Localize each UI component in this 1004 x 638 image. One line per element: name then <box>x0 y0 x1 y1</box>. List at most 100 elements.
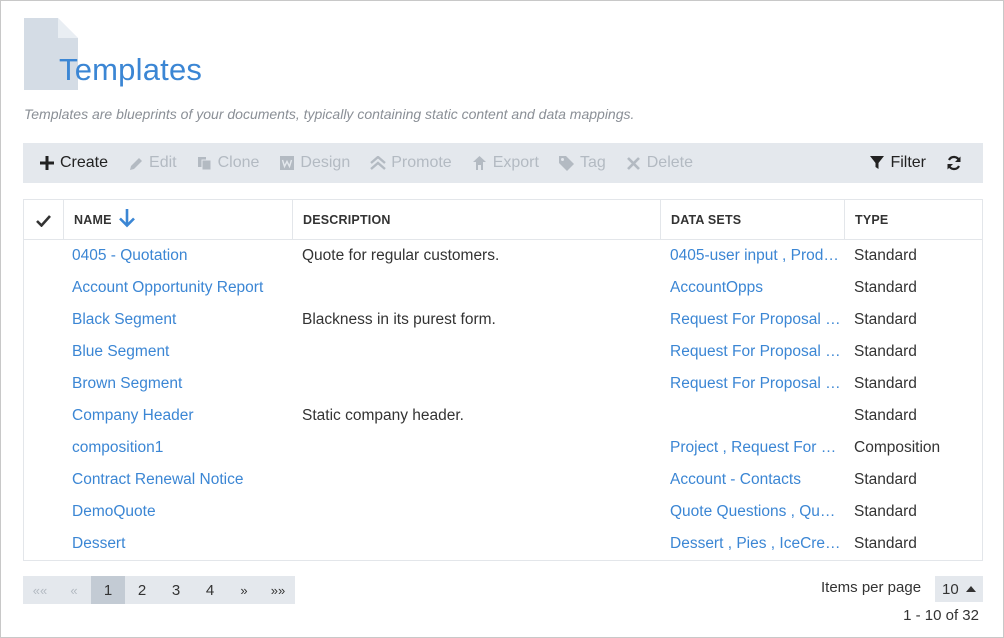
caret-up-icon <box>966 586 976 592</box>
page-button-3[interactable]: 3 <box>159 576 193 604</box>
delete-label: Delete <box>646 154 693 171</box>
column-description-label: DESCRIPTION <box>303 213 391 227</box>
template-name-link[interactable]: Black Segment <box>72 304 292 336</box>
table-row[interactable]: Blue Segment Request For Proposal , Proje… <box>24 336 982 368</box>
edit-button[interactable]: Edit <box>118 143 187 183</box>
items-per-page-label: Items per page <box>821 579 922 596</box>
table-row[interactable]: 0405 - Quotation Quote for regular custom… <box>24 240 982 272</box>
column-header-type[interactable]: TYPE <box>844 200 982 240</box>
template-description <box>302 496 658 528</box>
tag-button[interactable]: Tag <box>549 143 616 183</box>
last-page-button[interactable]: »» <box>261 576 295 604</box>
template-name-link[interactable]: Dessert <box>72 528 292 560</box>
create-label: Create <box>60 154 109 171</box>
template-name-link[interactable]: Blue Segment <box>72 336 292 368</box>
template-description <box>302 336 658 368</box>
template-description: Static company header. <box>302 407 464 424</box>
template-type: Standard <box>854 407 917 424</box>
table-row[interactable]: Account Opportunity Report AccountOpps Sta… <box>24 272 982 304</box>
chevrons-up-icon <box>370 155 387 171</box>
arrow-down-icon <box>118 209 135 228</box>
pagination: «« « 1 2 3 4 » »» <box>23 576 295 604</box>
select-all-checkbox[interactable] <box>24 200 63 240</box>
table-row[interactable]: composition1 Project , Request For Propos… <box>24 432 982 464</box>
funnel-icon <box>869 155 885 171</box>
template-datasets-link[interactable]: Project , Request For Proposal <box>670 432 842 464</box>
template-datasets-link[interactable]: 0405-user input , Products <box>670 240 842 272</box>
table-row[interactable]: Company Header Static company header. Stan… <box>24 400 982 432</box>
template-description <box>302 368 658 400</box>
template-type: Standard <box>854 279 917 296</box>
template-type: Standard <box>854 471 917 488</box>
template-description <box>302 464 658 496</box>
column-header-description[interactable]: DESCRIPTION <box>292 200 660 240</box>
page-range: 1 - 10 of 32 <box>903 607 979 624</box>
design-button[interactable]: Design <box>269 143 360 183</box>
table-row[interactable]: Black Segment Blackness in its purest for… <box>24 304 982 336</box>
template-name-link[interactable]: Brown Segment <box>72 368 292 400</box>
template-description: Quote for regular customers. <box>302 247 500 264</box>
filter-button[interactable]: Filter <box>859 143 936 183</box>
page-button-4[interactable]: 4 <box>193 576 227 604</box>
template-type: Standard <box>854 375 917 392</box>
template-description <box>302 432 658 464</box>
plus-icon <box>39 155 55 171</box>
edit-label: Edit <box>149 154 177 171</box>
design-label: Design <box>300 154 351 171</box>
delete-button[interactable]: Delete <box>616 143 703 183</box>
check-icon <box>36 214 51 227</box>
template-name-link[interactable]: Company Header <box>72 400 292 432</box>
template-type: Standard <box>854 247 917 264</box>
word-icon <box>279 155 295 171</box>
table-row[interactable]: Dessert Dessert , Pies , IceCream Standard <box>24 528 982 560</box>
template-type: Standard <box>854 535 917 552</box>
templates-table: NAME DESCRIPTION DATA SETS TYPE 0405 - Q… <box>23 199 983 561</box>
page-button-2[interactable]: 2 <box>125 576 159 604</box>
table-row[interactable]: Brown Segment Request For Proposal , Proj… <box>24 368 982 400</box>
template-datasets-link[interactable]: Quote Questions , Quote Lines <box>670 496 842 528</box>
create-button[interactable]: Create <box>23 143 118 183</box>
template-name-link[interactable]: composition1 <box>72 432 292 464</box>
clone-button[interactable]: Clone <box>187 143 270 183</box>
table-row[interactable]: DemoQuote Quote Questions , Quote Lines St… <box>24 496 982 528</box>
template-datasets-link[interactable]: AccountOpps <box>670 272 842 304</box>
items-per-page-select[interactable]: 10 <box>935 576 983 602</box>
column-type-label: TYPE <box>855 213 889 227</box>
template-description: Blackness in its purest form. <box>302 311 496 328</box>
template-type: Standard <box>854 343 917 360</box>
table-row[interactable]: Contract Renewal Notice Account - Contact… <box>24 464 982 496</box>
template-description <box>302 528 658 560</box>
first-page-button[interactable]: «« <box>23 576 57 604</box>
column-name-label: NAME <box>74 213 112 227</box>
page-title: Templates <box>59 52 203 87</box>
tag-label: Tag <box>579 154 606 171</box>
toolbar: Create Edit Clone Design Promote Export <box>23 143 983 183</box>
template-name-link[interactable]: Account Opportunity Report <box>72 272 292 304</box>
template-datasets-link[interactable]: Request For Proposal , Project <box>670 368 842 400</box>
template-datasets-link[interactable]: Request For Proposal , Project <box>670 304 842 336</box>
column-datasets-label: DATA SETS <box>671 213 742 227</box>
page-button-1[interactable]: 1 <box>91 576 125 604</box>
template-datasets-link[interactable]: Dessert , Pies , IceCream <box>670 528 842 560</box>
filter-label: Filter <box>890 154 926 171</box>
table-body: 0405 - Quotation Quote for regular custom… <box>24 240 982 560</box>
template-datasets-link[interactable]: Request For Proposal , Project <box>670 336 842 368</box>
column-header-name[interactable]: NAME <box>63 200 292 240</box>
template-name-link[interactable]: Contract Renewal Notice <box>72 464 292 496</box>
template-name-link[interactable]: DemoQuote <box>72 496 292 528</box>
export-icon <box>472 155 488 171</box>
refresh-button[interactable] <box>936 143 977 183</box>
tag-icon <box>559 155 575 171</box>
export-button[interactable]: Export <box>462 143 549 183</box>
template-type: Composition <box>854 439 941 456</box>
template-name-link[interactable]: 0405 - Quotation <box>72 240 292 272</box>
template-datasets-link[interactable] <box>670 400 842 432</box>
items-per-page-value: 10 <box>942 580 959 598</box>
template-datasets-link[interactable]: Account - Contacts <box>670 464 842 496</box>
promote-button[interactable]: Promote <box>360 143 461 183</box>
clone-label: Clone <box>217 154 260 171</box>
prev-page-button[interactable]: « <box>57 576 91 604</box>
column-header-datasets[interactable]: DATA SETS <box>660 200 844 240</box>
next-page-button[interactable]: » <box>227 576 261 604</box>
template-type: Standard <box>854 311 917 328</box>
